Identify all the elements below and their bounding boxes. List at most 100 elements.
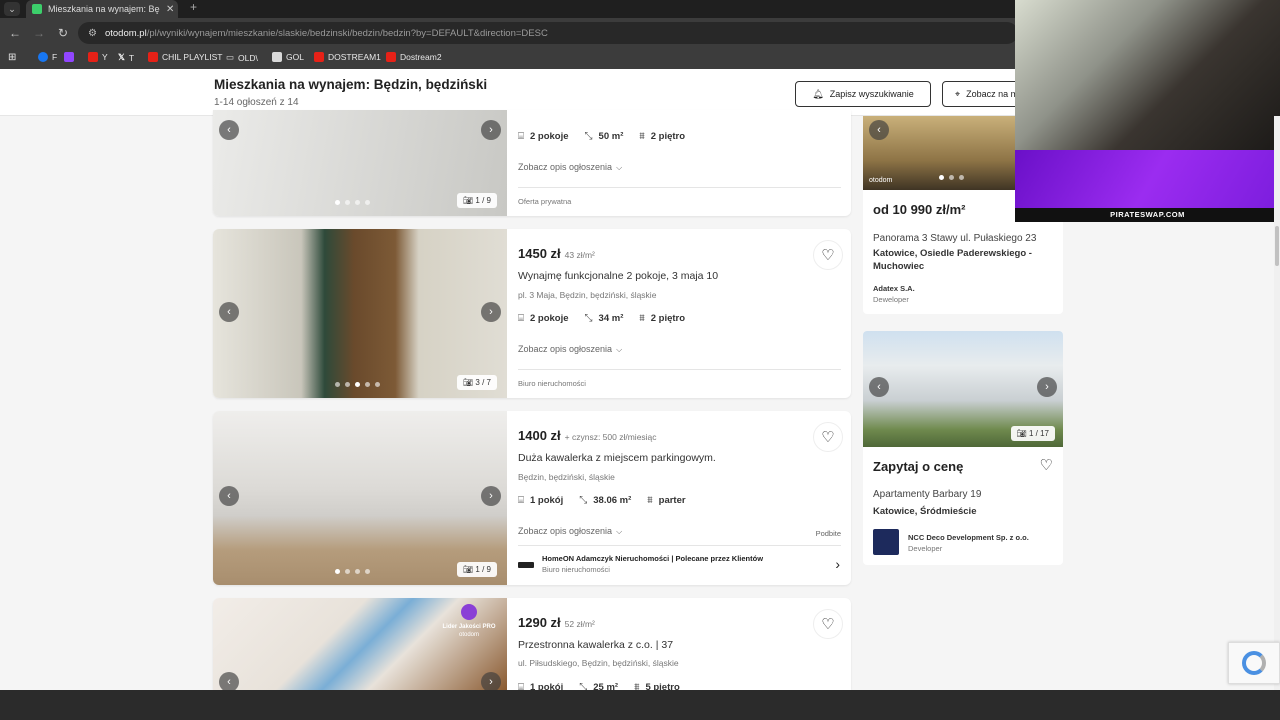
agency-logo — [518, 562, 534, 568]
listing-features: ⌸ 1 pokój ⤡ 25 m² ⩩ 5 piętro — [518, 682, 680, 690]
listing-card[interactable]: ‹ › 📷︎ 3 / 7 1450 zł 43 zł/m² ♡ Wynajmę f… — [213, 229, 851, 398]
developer-ad-card[interactable]: ‹ › 📷︎ 1 / 17 Zapytaj o cenę ♡ Apartamen… — [863, 331, 1063, 565]
url-domain: otodom.pl — [104, 27, 147, 39]
chevron-down-icon: ⌵ — [616, 163, 623, 172]
listing-price: 1400 zł + czynsz: 500 zł/miesiąc — [518, 428, 657, 443]
photo-dots — [335, 382, 380, 387]
camera-icon: 📷︎ — [463, 565, 474, 574]
page-title: Mieszkania na wynajem: Będzin, będziński — [214, 77, 488, 92]
listing-address: pl. 3 Maja, Będzin, będziński, śląskie — [518, 290, 657, 300]
ad-developer: NCC Deco Development Sp. z o.o. — [908, 533, 1029, 542]
divider — [518, 545, 841, 546]
webcam-overlay — [1015, 0, 1280, 150]
rooms-icon: ⌸ — [518, 131, 524, 142]
camera-icon: 📷︎ — [463, 378, 474, 387]
ad-photo[interactable]: ‹ › 📷︎ 1 / 17 — [863, 331, 1063, 447]
bookmark-twitch[interactable] — [64, 52, 74, 62]
floor-icon: ⩩ — [634, 682, 640, 690]
divider — [518, 369, 841, 370]
bookmark-f[interactable]: F — [38, 52, 57, 62]
listing-photo[interactable]: ‹ › 📷︎ 1 / 9 — [213, 110, 507, 216]
new-tab-icon[interactable]: + — [190, 0, 197, 14]
photo-prev-icon[interactable]: ‹ — [219, 486, 239, 506]
agency-type: Biuro nieruchomości — [542, 565, 610, 574]
listing-title[interactable]: Duża kawalerka z miejscem parkingowym. — [518, 452, 716, 464]
area-icon: ⤡ — [584, 313, 593, 324]
rooms-icon: ⌸ — [518, 313, 524, 324]
photo-next-icon[interactable]: › — [1037, 377, 1057, 397]
photo-prev-icon[interactable]: ‹ — [219, 120, 239, 140]
bookmark-dostream2[interactable]: Dostream2 — [386, 52, 442, 62]
ad-project-name[interactable]: Panorama 3 Stawy ul. Pułaskiego 23 — [873, 233, 1036, 244]
active-tab[interactable]: Mieszkania na wynajem: Będzin ✕ — [26, 0, 178, 18]
developer-logo — [873, 529, 899, 555]
back-icon[interactable]: ← — [8, 26, 22, 40]
folder-icon: ▭ — [226, 52, 235, 62]
site-info-icon[interactable]: ⚙ — [88, 28, 97, 39]
listing-photo[interactable]: ‹ › 📷︎ 1 / 9 — [213, 411, 507, 585]
reload-icon[interactable]: ↻ — [56, 26, 70, 40]
photo-prev-icon[interactable]: ‹ — [869, 120, 889, 140]
favorite-heart-icon[interactable]: ♡ — [813, 422, 843, 452]
favorite-heart-icon[interactable]: ♡ — [813, 240, 843, 270]
agency-name: HomeON Adamczyk Nieruchomości | Polecane… — [542, 554, 764, 563]
listing-photo[interactable]: ‹ › 📷︎ 3 / 7 — [213, 229, 507, 398]
bookmark-t[interactable]: 𝕏T — [118, 52, 134, 63]
listing-features: ⌸ 1 pokój ⤡ 38.06 m² ⩩ parter — [518, 495, 686, 506]
badge-icon — [461, 604, 477, 620]
rooms-icon: ⌸ — [518, 495, 524, 506]
listing-title[interactable]: Wynajmę funkcjonalne 2 pokoje, 3 maja 10 — [518, 270, 718, 282]
photo-next-icon[interactable]: › — [481, 120, 501, 140]
otodom-favicon-icon — [32, 4, 42, 14]
listing-photo[interactable]: Lider Jakości PRO otodom ‹ › — [213, 598, 507, 690]
seller-type: Biuro nieruchomości — [518, 379, 586, 388]
photo-prev-icon[interactable]: ‹ — [219, 672, 239, 690]
ad-project-name[interactable]: Apartamenty Barbary 19 — [873, 489, 981, 500]
photo-prev-icon[interactable]: ‹ — [869, 377, 889, 397]
seller-type: Oferta prywatna — [518, 197, 572, 206]
area-icon: ⤡ — [579, 495, 588, 506]
apps-grid-icon[interactable]: ⊞ — [8, 52, 16, 63]
taskbar — [0, 690, 1280, 720]
photo-counter: 📷︎ 3 / 7 — [457, 375, 497, 390]
area-icon: ⤡ — [579, 682, 588, 690]
photo-next-icon[interactable]: › — [481, 672, 501, 690]
listing-address: ul. Piłsudskiego, Będzin, będziński, ślą… — [518, 658, 679, 668]
ad-developer-label: Deweloper — [873, 295, 909, 304]
show-description-link[interactable]: Zobacz opis ogłoszenia ⌵ — [518, 344, 622, 355]
save-search-button[interactable]: 🔔︎ Zapisz wyszukiwanie — [795, 81, 931, 107]
listing-info: 1290 zł 52 zł/m² ♡ Przestronna kawalerka … — [518, 598, 843, 690]
scrollbar[interactable] — [1274, 116, 1280, 690]
photo-next-icon[interactable]: › — [481, 486, 501, 506]
bookmark-chil[interactable]: CHIL PLAYLIST — [148, 52, 222, 62]
stream-banner: PIRATESWAP.COM — [1015, 150, 1280, 222]
recaptcha-badge[interactable] — [1228, 642, 1280, 684]
agency-link[interactable]: HomeON Adamczyk Nieruchomości | Polecane… — [542, 554, 842, 578]
youtube-icon — [386, 52, 396, 62]
favorite-heart-icon[interactable]: ♡ — [1040, 456, 1053, 474]
favorite-heart-icon[interactable]: ♡ — [813, 609, 843, 639]
listing-card[interactable]: ‹ › 📷︎ 1 / 9 ⌸ 2 pokoje ⤡ 50 m² ⩩ 2 piętro … — [213, 110, 851, 216]
photo-prev-icon[interactable]: ‹ — [219, 302, 239, 322]
otodom-watermark: otodom — [869, 177, 893, 184]
show-description-link[interactable]: Zobacz opis ogłoszenia ⌵ — [518, 526, 622, 537]
bookmark-dostream1[interactable]: DOSTREAM1 — [314, 52, 381, 62]
bookmark-y[interactable]: Y — [88, 52, 108, 62]
recaptcha-icon — [1242, 651, 1266, 675]
address-bar[interactable]: ⚙ otodom.pl /pl/wyniki/wynajem/mieszkani… — [78, 22, 1018, 44]
tab-search-icon[interactable]: ⌄ — [4, 2, 20, 16]
chevron-down-icon: ⌵ — [616, 345, 623, 354]
bookmark-old[interactable]: ▭ OLD\ — [226, 52, 258, 63]
results-count: 1-14 ogłoszeń z 14 — [214, 97, 299, 108]
forward-icon[interactable]: → — [32, 26, 46, 40]
facebook-icon — [38, 52, 48, 62]
photo-next-icon[interactable]: › — [481, 302, 501, 322]
listing-card[interactable]: ‹ › 📷︎ 1 / 9 1400 zł + czynsz: 500 zł/mie… — [213, 411, 851, 585]
listing-card[interactable]: Lider Jakości PRO otodom ‹ › 1290 zł 52 z… — [213, 598, 851, 690]
bookmark-gol[interactable]: GOL — [272, 52, 304, 62]
scrollbar-thumb[interactable] — [1275, 226, 1279, 266]
listing-title[interactable]: Przestronna kawalerka z c.o. | 37 — [518, 639, 673, 651]
show-description-link[interactable]: Zobacz opis ogłoszenia ⌵ — [518, 162, 622, 173]
camera-icon: 📷︎ — [463, 196, 474, 205]
close-tab-icon[interactable]: ✕ — [166, 4, 174, 15]
